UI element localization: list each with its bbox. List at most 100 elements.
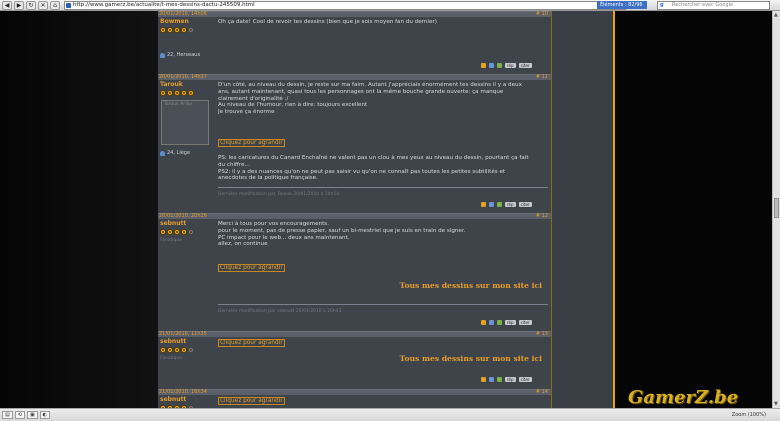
rank-icon — [174, 347, 180, 353]
rank-icon — [188, 27, 194, 33]
warning-icon[interactable] — [481, 320, 486, 325]
report-icon[interactable] — [489, 320, 494, 325]
quote-icon[interactable] — [497, 63, 502, 68]
post-actions: rép citer — [481, 202, 532, 207]
user-info: 24, Liège — [160, 150, 190, 156]
post-author[interactable]: sebnutt — [160, 396, 186, 403]
message-line: Merci à tous pour vos encouragements. — [218, 221, 330, 227]
post-number[interactable]: # 11 — [536, 74, 548, 80]
quote-button[interactable]: citer — [518, 202, 532, 207]
message-line: pour le moment, pas de presse papier, sa… — [218, 227, 466, 234]
reply-button[interactable]: rép — [505, 320, 516, 325]
reply-button[interactable]: rép — [505, 202, 516, 207]
site-favicon — [66, 2, 71, 8]
warning-icon[interactable] — [481, 63, 486, 68]
rank-icon — [174, 229, 180, 235]
back-icon[interactable]: ◀ — [2, 0, 12, 10]
search-placeholder: Rechercher avec Google — [672, 2, 733, 8]
status-button[interactable]: ▣ — [26, 411, 38, 419]
enlarge-link[interactable]: Cliquez pour agrandir — [218, 339, 285, 347]
post-number[interactable]: # 12 — [536, 213, 548, 219]
address-text: http://www.gamerz.be/actualite/t-mes-des… — [73, 1, 255, 8]
post-number[interactable]: # 10 — [536, 11, 548, 17]
zoom-indicator[interactable]: Zoom (100%) — [732, 412, 766, 418]
signature-link[interactable]: Tous mes dessins sur mon site ici — [400, 354, 542, 363]
post-number[interactable]: # 13 — [536, 331, 548, 337]
message-line: Oh ça date! Cool de revoir tes dessins (… — [218, 19, 437, 25]
rank-icon — [181, 90, 187, 96]
rank-icon — [167, 347, 173, 353]
person-icon — [160, 52, 165, 58]
status-button[interactable]: ▤ — [2, 411, 13, 419]
rank-icon — [160, 229, 166, 235]
quote-button[interactable]: citer — [518, 320, 532, 325]
post-author[interactable]: Tarouk — [160, 81, 183, 88]
message-line: D'un côté, au niveau du dessin, je reste… — [218, 82, 522, 88]
post-date: 20/01/2010, 20h26 — [159, 213, 207, 219]
user-info: 22, Herseaux — [160, 52, 200, 58]
quote-icon[interactable] — [497, 377, 502, 382]
rank-icon — [167, 27, 173, 33]
report-icon[interactable] — [489, 377, 494, 382]
forum-thread — [158, 11, 551, 408]
post-date: 21/01/2010, 16h34 — [159, 389, 207, 395]
quote-icon[interactable] — [497, 202, 502, 207]
enlarge-link[interactable]: Cliquez pour agrandir — [218, 264, 285, 272]
rank-icon — [188, 229, 194, 235]
elements-counter: Éléments : 82/96 — [597, 1, 647, 9]
rank-icon — [174, 27, 180, 33]
post-actions: rép citer — [481, 63, 532, 68]
google-icon: g — [660, 2, 664, 8]
status-buttons: ▤ ⟲ ▣ ◐ — [2, 411, 51, 419]
page-scrollbar[interactable]: ▲ ▼ — [772, 11, 780, 408]
rank-icons — [160, 27, 194, 33]
rank-icon — [160, 27, 166, 33]
post-number[interactable]: # 14 — [536, 389, 548, 395]
browser-toolbar: ◀ ▶ ↻ ✕ ⌂ http://www.gamerz.be/actualite… — [0, 0, 780, 11]
right-background — [615, 11, 772, 408]
signature-divider — [218, 187, 548, 188]
rank-icon — [160, 90, 166, 96]
signature-divider — [218, 304, 548, 305]
post-author[interactable]: sebnutt — [160, 220, 186, 227]
refresh-icon[interactable]: ↻ — [26, 0, 36, 10]
rank-icon — [188, 90, 194, 96]
reply-button[interactable]: rép — [505, 377, 516, 382]
scroll-down-icon[interactable]: ▼ — [774, 401, 778, 407]
message-line: du chiffre... — [218, 161, 250, 168]
post-author[interactable]: Bowmen — [160, 18, 189, 25]
rank-icon — [181, 347, 187, 353]
scroll-up-icon[interactable]: ▲ — [774, 12, 778, 18]
warning-icon[interactable] — [481, 377, 486, 382]
report-icon[interactable] — [489, 63, 494, 68]
message-line: Je trouve ça énorme — [218, 109, 275, 116]
enlarge-link[interactable]: Cliquez pour agrandir — [218, 397, 285, 405]
signature-link[interactable]: Tous mes dessins sur mon site ici — [400, 281, 542, 290]
rank-icon — [167, 90, 173, 96]
enlarge-link[interactable]: Cliquez pour agrandir — [218, 139, 285, 147]
message-line: PS2: il y a des nuances qu'on ne peut pa… — [218, 168, 506, 175]
quote-button[interactable]: citer — [518, 63, 532, 68]
status-bar: ▤ ⟲ ▣ ◐ Zoom (100%) — [0, 408, 780, 421]
rank-icons — [160, 347, 194, 353]
status-button[interactable]: ◐ — [39, 411, 51, 419]
close-icon[interactable]: ✕ — [38, 0, 48, 10]
post-actions: rép citer — [481, 377, 532, 382]
home-icon[interactable]: ⌂ — [50, 0, 60, 10]
post-date: 20/01/2010, 14h06 — [159, 11, 207, 17]
status-button[interactable]: ⟲ — [14, 411, 25, 419]
reply-button[interactable]: rép — [505, 63, 516, 68]
avatar[interactable]: Tarouk Ardor — [161, 100, 209, 145]
address-bar[interactable]: http://www.gamerz.be/actualite/t-mes-des… — [64, 0, 626, 10]
forward-icon[interactable]: ▶ — [14, 0, 24, 10]
post-ps: PS: les caricatures du Canard Enchaîné n… — [218, 155, 548, 182]
warning-icon[interactable] — [481, 202, 486, 207]
quote-button[interactable]: citer — [518, 377, 532, 382]
post-author[interactable]: sebnutt — [160, 338, 186, 345]
quote-icon[interactable] — [497, 320, 502, 325]
left-background — [0, 11, 158, 408]
google-search-input[interactable]: g Rechercher avec Google — [657, 1, 770, 10]
user-location: 24, Liège — [167, 150, 191, 156]
scroll-thumb[interactable] — [774, 198, 779, 218]
report-icon[interactable] — [489, 202, 494, 207]
